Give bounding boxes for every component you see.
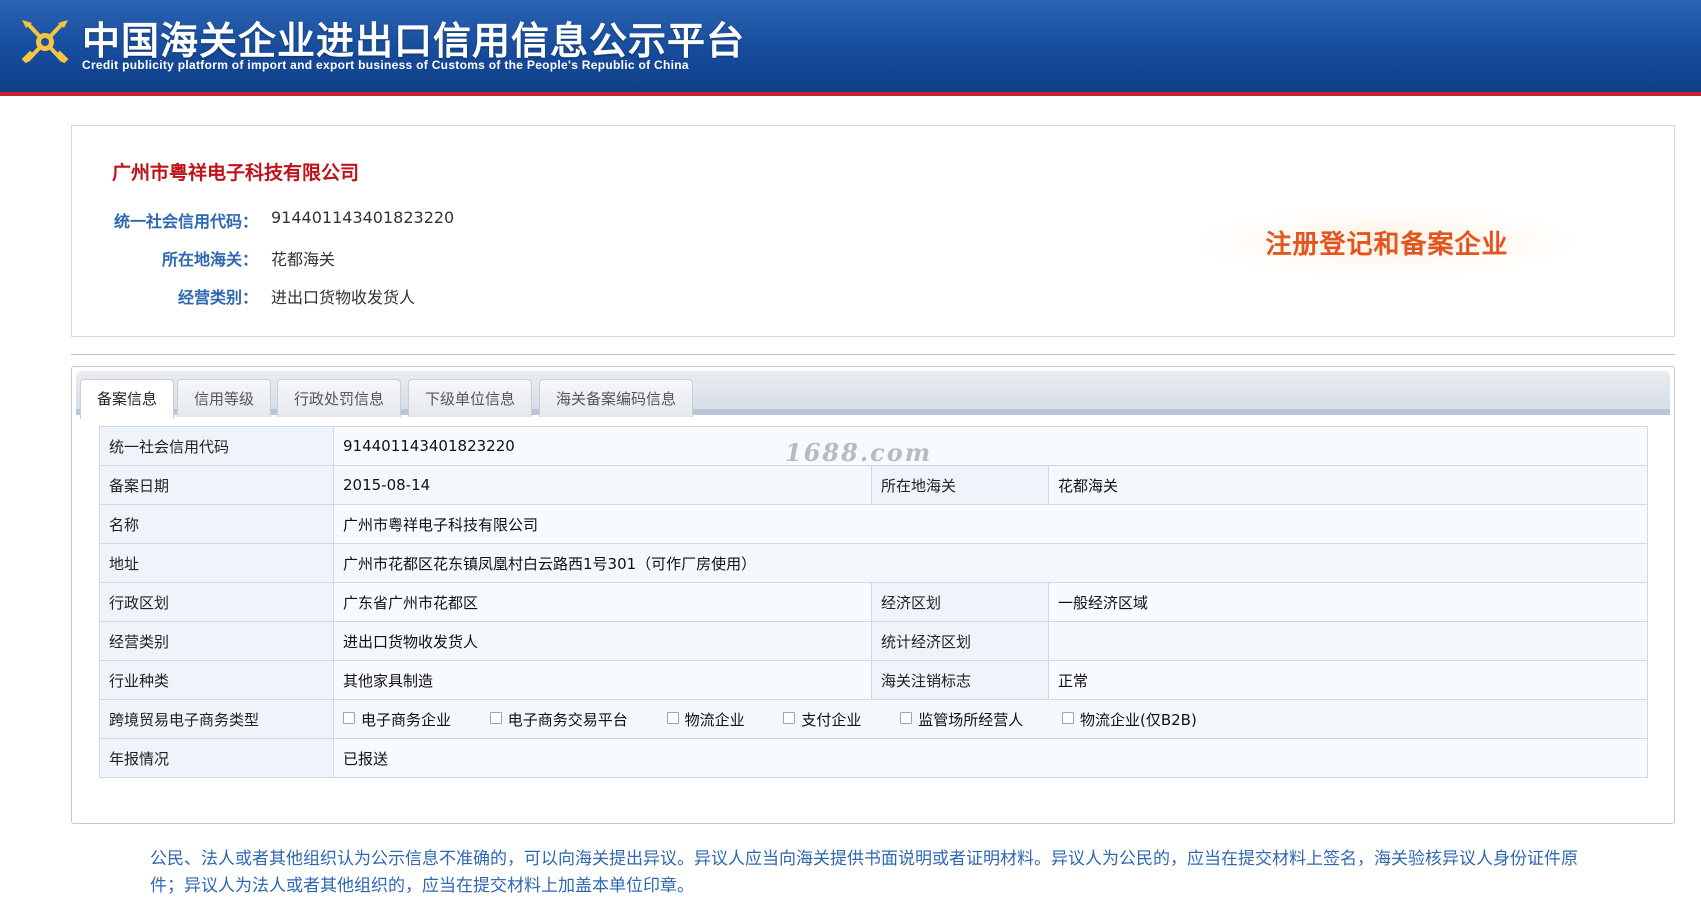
checkbox-box[interactable] [666, 711, 679, 724]
checkbox-payment-enterprise[interactable]: 支付企业 [783, 709, 861, 730]
checkbox-logistics-b2b[interactable]: 物流企业(仅B2B) [1061, 709, 1197, 730]
row-value [1047, 621, 1649, 661]
row-value: 2015-08-14 [333, 465, 872, 505]
site-title: 中国海关企业进出口信用信息公示平台 [82, 19, 746, 63]
row-value: 其他家具制造 [333, 660, 872, 700]
info-tab-panel: 备案信息 信用等级 行政处罚信息 下级单位信息 海关备案编码信息 统一社会信用代… [71, 366, 1675, 824]
checkbox-ecommerce-enterprise[interactable]: 电子商务企业 [343, 709, 451, 730]
tab-admin-penalty[interactable]: 行政处罚信息 [277, 379, 402, 417]
table-row: 行政区划 广东省广州市花都区 经济区划 一般经济区域 [99, 582, 1649, 622]
checkbox-box[interactable] [900, 711, 913, 724]
info-value: 914401143401823220 [271, 208, 455, 227]
row-value: 914401143401823220 [332, 426, 1649, 466]
row-label: 经济区划 [871, 582, 1049, 622]
checkbox-box[interactable] [489, 711, 502, 724]
row-label: 海关注销标志 [871, 660, 1049, 700]
table-row: 年报情况 已报送 [99, 738, 1649, 778]
row-label: 跨境贸易电子商务类型 [99, 699, 334, 739]
checkbox-label: 物流企业(仅B2B) [1079, 710, 1197, 729]
row-label: 名称 [99, 504, 334, 544]
customs-emblem-icon [18, 14, 72, 70]
checkbox-supervision-operator[interactable]: 监管场所经营人 [900, 709, 1023, 730]
ecommerce-type-options: 电子商务企业 电子商务交易平台 物流企业 支付企业 监管场所经营人 物流企业(仅… [332, 699, 1649, 739]
section-divider [71, 354, 1675, 355]
checkbox-label: 电子商务企业 [361, 710, 452, 729]
checkbox-label: 监管场所经营人 [918, 710, 1024, 729]
tab-customs-record-code[interactable]: 海关备案编码信息 [539, 379, 694, 417]
row-label: 统一社会信用代码 [99, 426, 334, 466]
row-value: 花都海关 [1047, 465, 1649, 505]
tab-bar: 备案信息 信用等级 行政处罚信息 下级单位信息 海关备案编码信息 [76, 371, 1670, 419]
row-label: 行业种类 [99, 660, 334, 700]
row-value: 广州市花都区花东镇凤凰村白云路西1号301（可作厂房使用） [332, 543, 1649, 583]
watermark-text: 1688.com [785, 438, 933, 467]
row-label: 所在地海关 [871, 465, 1049, 505]
row-value: 一般经济区域 [1047, 582, 1649, 622]
site-header: 中国海关企业进出口信用信息公示平台 Credit publicity platf… [0, 0, 1701, 96]
checkbox-logistics-enterprise[interactable]: 物流企业 [666, 709, 745, 730]
row-label: 地址 [99, 543, 334, 583]
info-label: 统一社会信用代码： [113, 212, 258, 231]
table-row: 名称 广州市粤祥电子科技有限公司 [99, 504, 1649, 544]
checkbox-box[interactable] [1061, 711, 1074, 724]
info-value: 花都海关 [271, 250, 336, 269]
checkbox-box[interactable] [343, 711, 355, 724]
objection-notice: 公民、法人或者其他组织认为公示信息不准确的，可以向海关提出异议。异议人应当向海关… [150, 849, 1578, 896]
table-row: 经营类别 进出口货物收发货人 统计经济区划 [99, 621, 1649, 661]
company-summary-card: 广州市粤祥电子科技有限公司 统一社会信用代码： 9144011434018232… [71, 125, 1675, 337]
checkbox-ecommerce-platform[interactable]: 电子商务交易平台 [489, 709, 628, 730]
row-label: 年报情况 [99, 738, 334, 778]
info-value: 进出口货物收发货人 [271, 288, 416, 307]
row-value: 正常 [1047, 660, 1649, 700]
row-value: 广州市粤祥电子科技有限公司 [332, 504, 1649, 544]
info-label: 经营类别： [177, 288, 258, 307]
site-subtitle: Credit publicity platform of import and … [82, 58, 689, 72]
row-label: 统计经济区划 [871, 621, 1049, 661]
row-label: 备案日期 [99, 465, 334, 505]
row-value: 进出口货物收发货人 [333, 621, 872, 661]
row-value: 已报送 [332, 738, 1649, 778]
company-name: 广州市粤祥电子科技有限公司 [112, 162, 360, 184]
tab-subordinate-units[interactable]: 下级单位信息 [408, 379, 533, 417]
checkbox-label: 电子商务交易平台 [507, 710, 628, 729]
table-row: 行业种类 其他家具制造 海关注销标志 正常 [99, 660, 1649, 700]
row-label: 经营类别 [99, 621, 334, 661]
checkbox-label: 支付企业 [801, 710, 862, 729]
info-label: 所在地海关： [161, 250, 258, 269]
checkbox-label: 物流企业 [684, 710, 745, 729]
row-label: 行政区划 [99, 582, 334, 622]
record-info-table: 统一社会信用代码 914401143401823220 备案日期 2015-08… [99, 426, 1649, 778]
row-value: 广东省广州市花都区 [333, 582, 872, 622]
registration-status-badge: 注册登记和备案企业 [1192, 206, 1582, 278]
table-row: 地址 广州市花都区花东镇凤凰村白云路西1号301（可作厂房使用） [99, 543, 1649, 583]
tab-record-info[interactable]: 备案信息 [80, 379, 175, 419]
tab-credit-level[interactable]: 信用等级 [177, 379, 272, 417]
table-row: 备案日期 2015-08-14 所在地海关 花都海关 [99, 465, 1649, 505]
table-row: 跨境贸易电子商务类型 电子商务企业 电子商务交易平台 物流企业 支付企业 监管场… [99, 699, 1649, 739]
checkbox-box[interactable] [783, 711, 796, 724]
